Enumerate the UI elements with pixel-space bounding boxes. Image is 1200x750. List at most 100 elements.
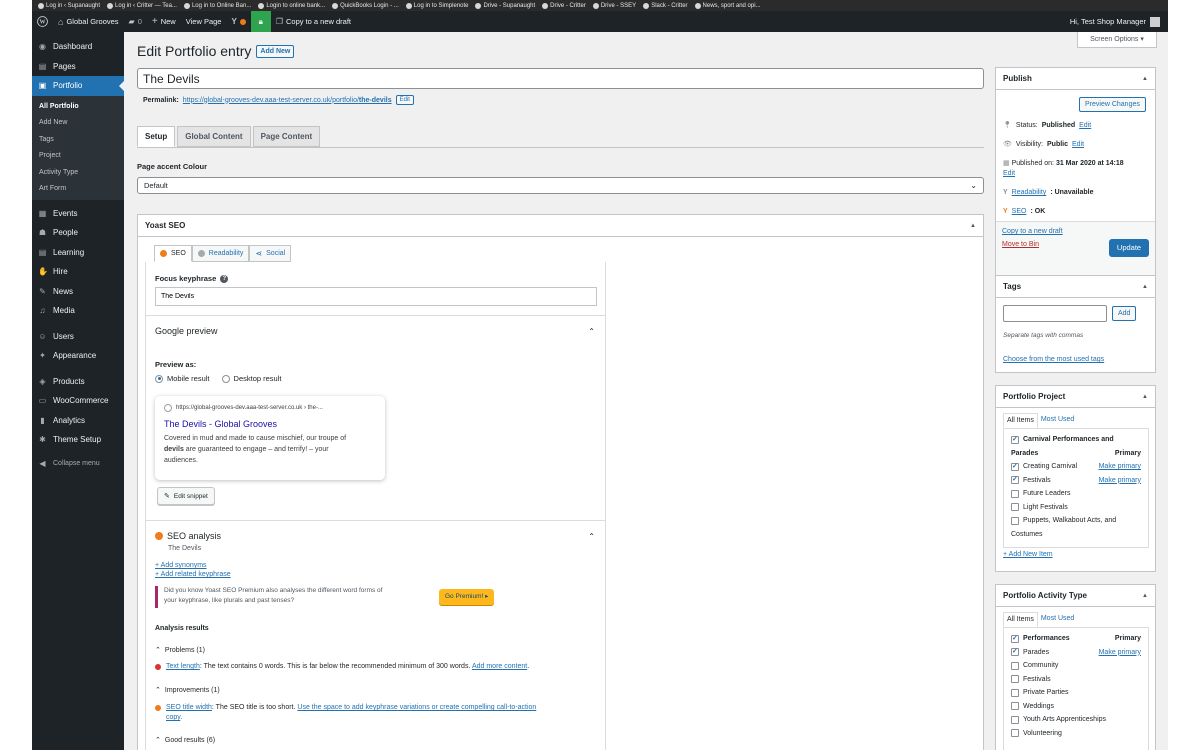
yoast-menu[interactable]: Y bbox=[226, 11, 250, 32]
sidebar-item-learning[interactable]: ▤ Learning bbox=[32, 243, 124, 263]
add-new-button[interactable]: Add New bbox=[256, 44, 295, 58]
submenu-item-project[interactable]: Project bbox=[32, 148, 124, 165]
term-checkbox[interactable] bbox=[1011, 489, 1019, 498]
add-synonyms-link[interactable]: + Add synonyms bbox=[155, 562, 207, 569]
edit-snippet-button[interactable]: ✎ Edit snippet bbox=[157, 487, 215, 505]
tab-social[interactable]: ⋖ Social bbox=[249, 245, 292, 262]
improvements-toggle[interactable]: ⌃ Improvements (1) bbox=[155, 686, 220, 695]
make-primary-link[interactable]: Make primary bbox=[1099, 463, 1141, 470]
good-results-toggle[interactable]: ⌃ Good results (6) bbox=[155, 736, 215, 745]
sidebar-item-theme-setup[interactable]: ✱ Theme Setup bbox=[32, 430, 124, 450]
collapse-toggle-icon[interactable]: ▲ bbox=[1142, 593, 1148, 599]
submenu-item-tags[interactable]: Tags bbox=[32, 132, 124, 149]
move-to-bin-link[interactable]: Move to Bin bbox=[1002, 241, 1039, 248]
copy-to-draft-link[interactable]: ❐ Copy to a new draft bbox=[271, 11, 356, 32]
add-tag-button[interactable]: Add bbox=[1112, 306, 1137, 321]
tags-input[interactable] bbox=[1003, 305, 1107, 322]
sidebar-item-portfolio[interactable]: ▣ Portfolio bbox=[32, 76, 124, 96]
sidebar-item-pages[interactable]: ▤ Pages bbox=[32, 57, 124, 77]
lock-button[interactable]: 🔒︎ bbox=[250, 11, 271, 32]
bookmark-item[interactable]: News, sport and opi... bbox=[694, 2, 761, 9]
new-content-link[interactable]: + New bbox=[147, 11, 181, 32]
tab-most-used[interactable]: Most Used bbox=[1038, 612, 1077, 627]
publish-header[interactable]: Publish ▲ bbox=[996, 68, 1155, 90]
term-checkbox[interactable] bbox=[1011, 503, 1019, 512]
tab-seo[interactable]: SEO bbox=[154, 245, 192, 262]
tab-global-content[interactable]: Global Content bbox=[177, 126, 251, 147]
tab-readability[interactable]: Readability bbox=[191, 245, 250, 262]
term-checkbox[interactable] bbox=[1011, 516, 1019, 525]
submenu-item-add-new[interactable]: Add New bbox=[32, 115, 124, 132]
view-page-link[interactable]: View Page bbox=[181, 11, 227, 32]
choose-most-used-tags-link[interactable]: Choose from the most used tags bbox=[1003, 356, 1104, 363]
google-preview-header[interactable]: Google preview ⌃ bbox=[155, 326, 595, 336]
add-more-content-link[interactable]: Add more content bbox=[472, 663, 527, 670]
sidebar-item-woocommerce[interactable]: ▭ WooCommerce bbox=[32, 391, 124, 411]
bookmark-item[interactable]: Log in ‹ Supanaught bbox=[38, 2, 100, 9]
submenu-item-art-form[interactable]: Art Form bbox=[32, 181, 124, 198]
copy-link[interactable]: copy bbox=[166, 714, 180, 721]
sidebar-item-people[interactable]: ☗ People bbox=[32, 223, 124, 243]
term-checkbox[interactable] bbox=[1011, 702, 1019, 711]
sidebar-item-users[interactable]: ☺ Users bbox=[32, 327, 124, 347]
add-related-keyphrase-link[interactable]: + Add related keyphrase bbox=[155, 571, 231, 578]
term-checkbox[interactable] bbox=[1011, 688, 1019, 697]
sidebar-item-products[interactable]: ◈ Products bbox=[32, 372, 124, 392]
term-checkbox[interactable] bbox=[1011, 715, 1019, 724]
tab-page-content[interactable]: Page Content bbox=[252, 126, 321, 147]
help-icon[interactable]: ? bbox=[220, 274, 229, 283]
readability-link[interactable]: Readability bbox=[1012, 189, 1047, 196]
bookmark-item[interactable]: Log in ‹ Critter — Tea... bbox=[107, 2, 177, 9]
tab-setup[interactable]: Setup bbox=[137, 126, 176, 147]
sidebar-item-dashboard[interactable]: ◉ Dashboard bbox=[32, 37, 124, 57]
permalink-link[interactable]: https://global-grooves-dev.aaa-test-serv… bbox=[183, 97, 392, 104]
term-checkbox[interactable] bbox=[1011, 634, 1019, 643]
bookmark-item[interactable]: Login to online bank... bbox=[258, 2, 325, 9]
tab-all-items[interactable]: All Items bbox=[1003, 612, 1038, 627]
status-edit-link[interactable]: Edit bbox=[1079, 122, 1091, 129]
post-title-input[interactable] bbox=[137, 68, 984, 89]
seo-title-width-link[interactable]: SEO title width bbox=[166, 704, 212, 711]
bookmark-item[interactable]: Drive - SSEY bbox=[592, 2, 636, 9]
term-checkbox[interactable] bbox=[1011, 661, 1019, 670]
bookmark-item[interactable]: Drive - Supanaught bbox=[475, 2, 535, 9]
term-checkbox[interactable] bbox=[1011, 647, 1019, 657]
seo-analysis-header[interactable]: SEO analysis ⌃ bbox=[155, 531, 595, 541]
published-on-edit-link[interactable]: Edit bbox=[1003, 170, 1015, 177]
comments-link[interactable]: ▰ 0 bbox=[124, 11, 147, 32]
desktop-result-radio[interactable] bbox=[221, 374, 230, 383]
mobile-result-radio[interactable] bbox=[155, 374, 163, 383]
text-length-link[interactable]: Text length bbox=[166, 663, 200, 670]
collapse-toggle-icon[interactable]: ▲ bbox=[1142, 76, 1148, 82]
keyphrase-variations-link[interactable]: Use the space to add keyphrase variation… bbox=[297, 704, 536, 711]
term-checkbox[interactable] bbox=[1011, 475, 1019, 485]
focus-keyphrase-input[interactable] bbox=[155, 287, 597, 306]
sidebar-item-appearance[interactable]: ✦ Appearance bbox=[32, 346, 124, 366]
wordpress-logo-icon[interactable]: W bbox=[32, 11, 53, 32]
screen-options-button[interactable]: Screen Options ▾ bbox=[1077, 32, 1157, 48]
term-checkbox[interactable] bbox=[1011, 435, 1019, 444]
submenu-item-activity-type[interactable]: Activity Type bbox=[32, 165, 124, 182]
sidebar-item-news[interactable]: ✎ News bbox=[32, 282, 124, 302]
tags-header[interactable]: Tags ▲ bbox=[996, 276, 1155, 298]
submenu-item-all-portfolio[interactable]: All Portfolio bbox=[32, 99, 124, 116]
copy-to-draft-link[interactable]: Copy to a new draft bbox=[1002, 228, 1063, 235]
bookmark-item[interactable]: Log in to Online Ban... bbox=[183, 2, 251, 9]
go-premium-button[interactable]: Go Premium! ▸ bbox=[439, 589, 495, 605]
accent-colour-select[interactable]: Default ⌄ bbox=[137, 177, 984, 194]
portfolio-project-header[interactable]: Portfolio Project ▲ bbox=[996, 386, 1155, 408]
collapse-menu-button[interactable]: ◀ Collapse menu bbox=[32, 454, 124, 474]
seo-link[interactable]: SEO bbox=[1012, 208, 1027, 215]
term-checkbox[interactable] bbox=[1011, 675, 1019, 684]
make-primary-link[interactable]: Make primary bbox=[1099, 649, 1141, 656]
collapse-toggle-icon[interactable]: ▲ bbox=[1142, 284, 1148, 290]
sidebar-item-events[interactable]: ▦ Events bbox=[32, 204, 124, 224]
make-primary-link[interactable]: Make primary bbox=[1099, 477, 1141, 484]
site-name-link[interactable]: ⌂ Global Grooves bbox=[53, 11, 124, 32]
visibility-edit-link[interactable]: Edit bbox=[1072, 141, 1084, 148]
preview-changes-button[interactable]: Preview Changes bbox=[1079, 97, 1146, 112]
term-checkbox[interactable] bbox=[1011, 729, 1019, 738]
problems-toggle[interactable]: ⌃ Problems (1) bbox=[155, 646, 205, 655]
activity-type-header[interactable]: Portfolio Activity Type ▲ bbox=[996, 585, 1155, 607]
add-new-project-link[interactable]: + Add New Item bbox=[1003, 551, 1053, 558]
